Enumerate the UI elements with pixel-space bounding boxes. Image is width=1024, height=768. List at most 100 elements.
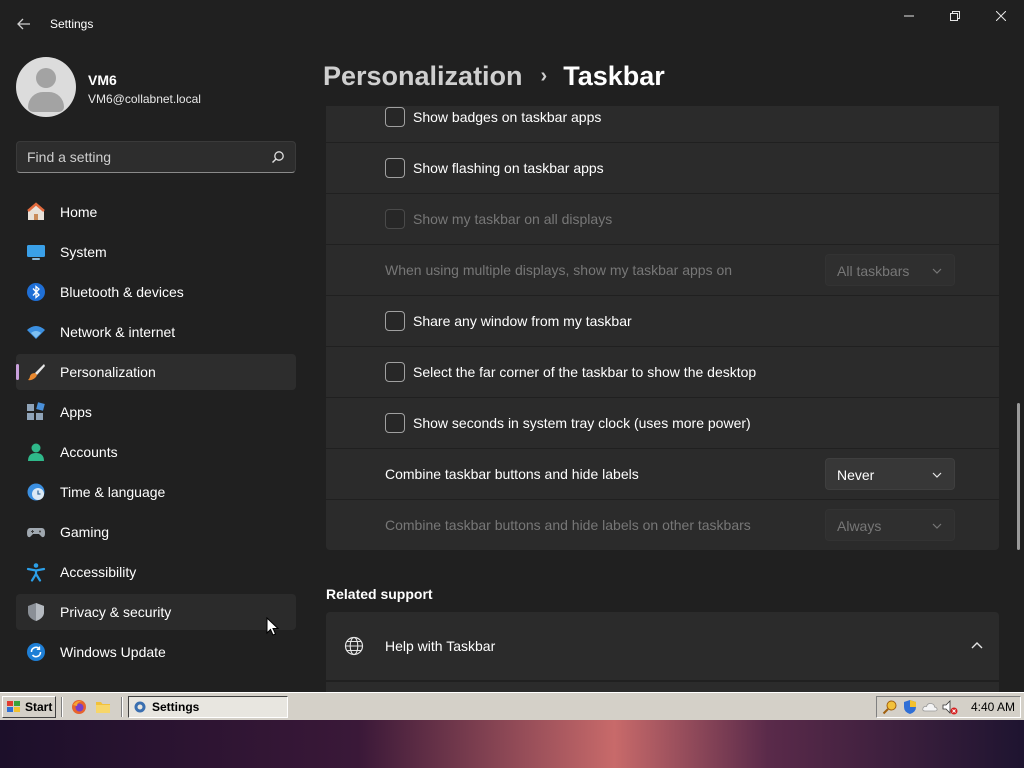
share-window-checkbox[interactable] [385, 311, 405, 331]
taskbar-button-settings[interactable]: Settings [128, 696, 288, 718]
avatar [16, 57, 76, 117]
bluetooth-icon [27, 283, 45, 301]
sidebar-item-label: Apps [60, 404, 92, 420]
settings-window: Settings VM6 VM6@collabnet.local Home [0, 0, 1024, 692]
sidebar-item-network[interactable]: Network & internet [16, 314, 296, 350]
magnifier-tray-icon[interactable] [882, 699, 898, 715]
setting-label: When using multiple displays, show my ta… [385, 262, 733, 278]
sidebar-item-privacy-security[interactable]: Privacy & security [16, 594, 296, 630]
desktop-wallpaper [0, 720, 1024, 768]
chevron-down-icon [932, 523, 942, 529]
taskbar-behaviors-group: Show badges on taskbar apps Show flashin… [326, 106, 999, 551]
seconds-checkbox[interactable] [385, 413, 405, 433]
page-title: Taskbar [563, 60, 665, 91]
sidebar-item-label: Accessibility [60, 564, 137, 580]
avatar-body [28, 92, 64, 112]
sidebar-item-windows-update[interactable]: Windows Update [16, 634, 296, 670]
globe-icon [344, 636, 364, 656]
sidebar-item-personalization[interactable]: Personalization [16, 354, 296, 390]
firefox-icon[interactable] [71, 699, 87, 715]
start-button[interactable]: Start [2, 696, 56, 718]
far-corner-checkbox[interactable] [385, 362, 405, 382]
sidebar-item-label: Bluetooth & devices [60, 284, 184, 300]
search-box[interactable] [16, 141, 296, 173]
setting-row-combine: Combine taskbar buttons and hide labels … [326, 449, 999, 499]
cloud-tray-icon[interactable] [922, 699, 938, 715]
sidebar-item-label: System [60, 244, 107, 260]
flashing-checkbox[interactable] [385, 158, 405, 178]
help-with-taskbar-card[interactable]: Help with Taskbar [326, 612, 999, 680]
checkbox-label: Select the far corner of the taskbar to … [413, 364, 757, 380]
start-label: Start [25, 700, 53, 714]
user-profile[interactable]: VM6 VM6@collabnet.local [16, 57, 296, 117]
chevron-up-icon[interactable] [971, 640, 983, 652]
accounts-icon [28, 443, 44, 461]
combine-other-dropdown: Always [825, 509, 955, 541]
sidebar-nav: Home System Bluetooth & devices Network … [16, 194, 296, 674]
back-button[interactable] [8, 8, 40, 40]
setting-row-seconds[interactable]: Show seconds in system tray clock (uses … [326, 398, 999, 448]
back-arrow-icon [17, 18, 30, 30]
gear-icon [134, 701, 146, 713]
checkbox-label: Show badges on taskbar apps [413, 109, 602, 125]
restore-button[interactable] [932, 0, 978, 32]
dropdown-value: Always [837, 518, 882, 534]
checkbox-label: Show seconds in system tray clock (uses … [413, 415, 751, 431]
breadcrumb-parent[interactable]: Personalization [323, 61, 523, 92]
apps-icon [27, 402, 45, 420]
setting-row-far-corner[interactable]: Select the far corner of the taskbar to … [326, 347, 999, 397]
breadcrumb-separator: › [540, 64, 548, 87]
help-card-body [326, 682, 999, 692]
sidebar-item-gaming[interactable]: Gaming [16, 514, 296, 550]
sidebar-item-time-language[interactable]: Time & language [16, 474, 296, 510]
badges-checkbox[interactable] [385, 107, 405, 127]
setting-row-badges[interactable]: Show badges on taskbar apps [326, 106, 999, 142]
close-button[interactable] [978, 0, 1024, 32]
accessibility-icon [26, 563, 46, 582]
sidebar-item-accessibility[interactable]: Accessibility [16, 554, 296, 590]
avatar-head [36, 68, 56, 88]
search-icon[interactable] [271, 150, 285, 164]
file-explorer-icon[interactable] [95, 699, 111, 715]
clock-globe-icon [27, 483, 45, 501]
tray-clock[interactable]: 4:40 AM [971, 700, 1015, 714]
update-icon [27, 643, 45, 661]
help-label: Help with Taskbar [385, 638, 496, 654]
sidebar-item-label: Time & language [60, 484, 166, 500]
title-bar: Settings [0, 0, 1024, 48]
sidebar-item-label: Gaming [60, 524, 110, 540]
setting-label: Combine taskbar buttons and hide labels … [385, 517, 751, 533]
search-input[interactable] [27, 142, 267, 172]
combine-dropdown[interactable]: Never [825, 458, 955, 490]
checkbox-label: Show my taskbar on all displays [413, 211, 613, 227]
sidebar-item-home[interactable]: Home [16, 194, 296, 230]
dropdown-value: Never [837, 467, 875, 483]
all-displays-checkbox [385, 209, 405, 229]
chevron-down-icon [932, 268, 942, 274]
taskbar-divider [61, 697, 63, 717]
multi-display-dropdown: All taskbars [825, 254, 955, 286]
windows-flag-icon [7, 701, 20, 712]
checkbox-label: Share any window from my taskbar [413, 313, 632, 329]
setting-row-flashing[interactable]: Show flashing on taskbar apps [326, 143, 999, 193]
sidebar-item-system[interactable]: System [16, 234, 296, 270]
breadcrumb: Personalization › Taskbar [323, 58, 665, 94]
profile-email: VM6@collabnet.local [88, 92, 201, 106]
sidebar-item-apps[interactable]: Apps [16, 394, 296, 430]
minimize-button[interactable] [886, 0, 932, 32]
taskbar-divider [121, 697, 123, 717]
volume-muted-icon[interactable] [942, 699, 958, 715]
system-tray: 4:40 AM [876, 696, 1021, 718]
sidebar-item-accounts[interactable]: Accounts [16, 434, 296, 470]
gamepad-icon [27, 528, 45, 538]
setting-row-share-window[interactable]: Share any window from my taskbar [326, 296, 999, 346]
dropdown-value: All taskbars [837, 263, 910, 279]
sidebar-item-label: Personalization [60, 364, 156, 380]
shield-icon [28, 603, 44, 621]
task-label: Settings [152, 700, 200, 714]
sidebar-item-bluetooth[interactable]: Bluetooth & devices [16, 274, 296, 310]
security-shield-tray-icon[interactable] [902, 699, 918, 715]
taskbar: Start Settings 4:40 AM [0, 692, 1024, 720]
sidebar-item-label: Privacy & security [60, 604, 172, 620]
scrollbar-thumb[interactable] [1017, 403, 1020, 550]
